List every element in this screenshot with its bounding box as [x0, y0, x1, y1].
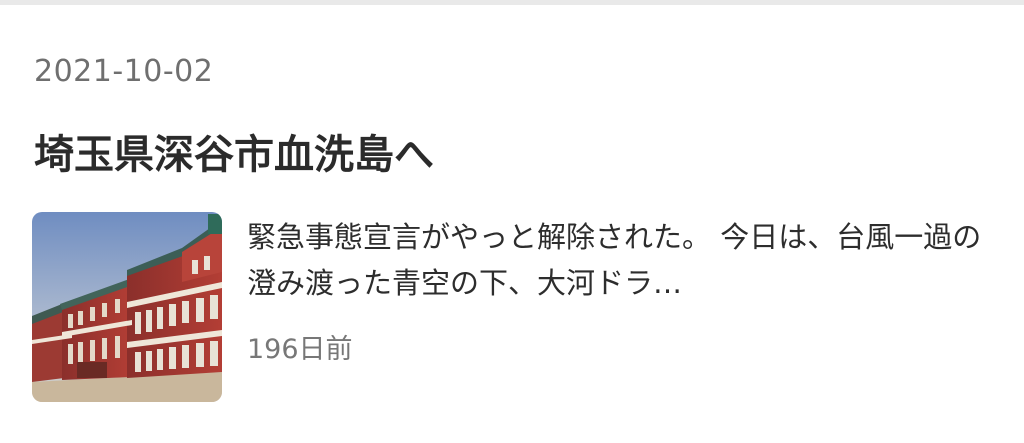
blog-entry-card[interactable]: 2021-10-02 埼玉県深谷市血洗島へ 緊急事態宣言がやっと解除された。 今…	[0, 0, 1024, 443]
entry-date: 2021-10-02	[34, 54, 214, 89]
entry-relative-time: 196日前	[247, 334, 353, 365]
entry-excerpt: 緊急事態宣言がやっと解除された。 今日は、台風一過の澄み渡った青空の下、大河ドラ…	[247, 220, 982, 300]
red-brick-station-photo	[32, 212, 222, 402]
entry-title-link[interactable]: 埼玉県深谷市血洗島へ	[34, 129, 434, 181]
entry-thumbnail[interactable]	[32, 212, 222, 402]
